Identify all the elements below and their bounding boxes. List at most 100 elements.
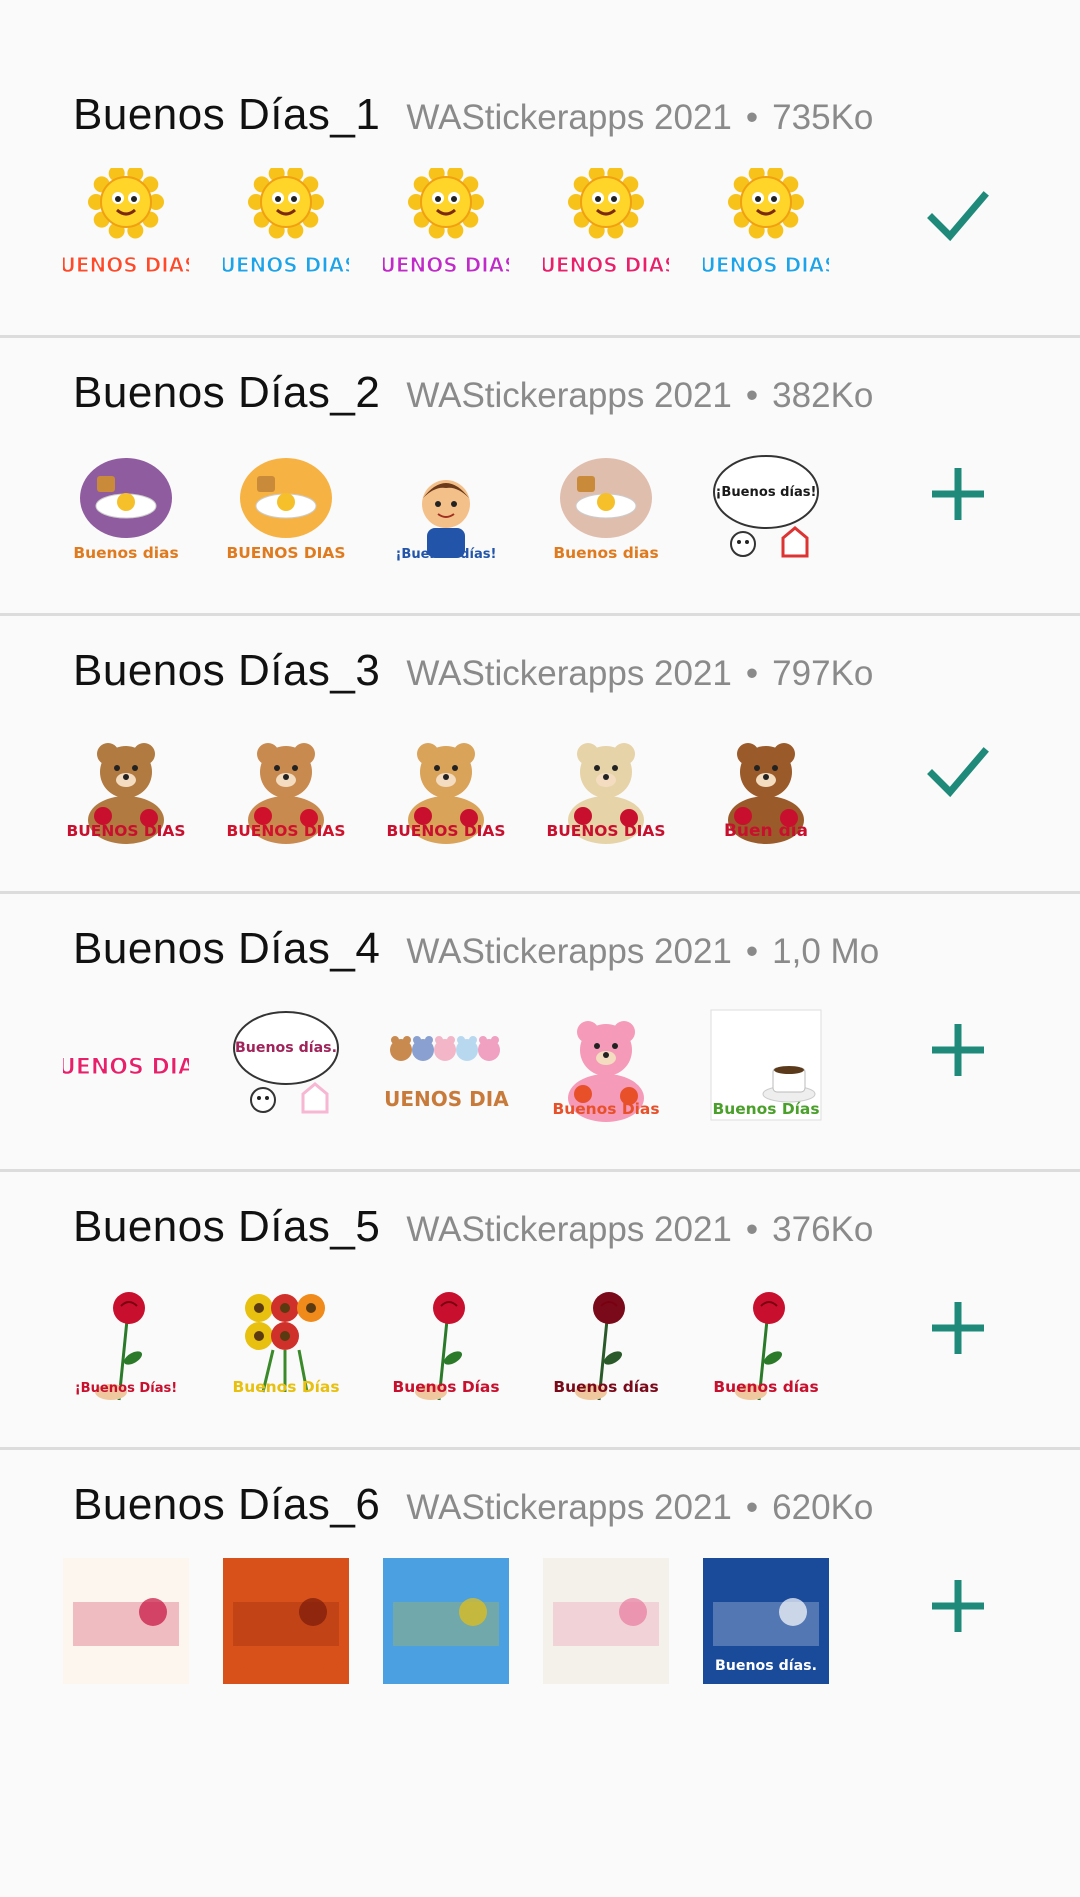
sticker-label: BUENOS DIAS xyxy=(66,1656,185,1674)
check-icon xyxy=(926,740,990,809)
sticker-label: BUENOS DIAS! xyxy=(223,253,349,277)
sticker-thumbnail: BUENOS DIAS xyxy=(383,1558,509,1684)
sticker-thumbnail: BUENOS DIAS xyxy=(63,1558,189,1684)
sticker-thumbnail: BUENOS DIAS! xyxy=(543,168,669,294)
sticker-pack-row[interactable]: Buenos Días_1 WAStickerapps 2021 • 735Ko BUE… xyxy=(0,60,1080,338)
separator-dot: • xyxy=(745,654,759,693)
sticker-label: BUENOS DIAS xyxy=(546,822,665,840)
sticker-label: BUENOS DIAS xyxy=(386,1656,505,1674)
sticker-thumbnail: Buenos dias xyxy=(63,446,189,572)
sticker-preview-tray: Buenos dias BUENOS DIAS ¡Buenos días! Bueno… xyxy=(63,446,829,572)
sticker-thumbnail: ¡Buenos días! xyxy=(703,446,829,572)
pack-header: Buenos Días_3 WAStickerapps 2021 • 797Ko xyxy=(73,646,873,696)
sticker-label: BUENOS DIAS xyxy=(386,822,505,840)
pack-publisher: WAStickerapps 2021 xyxy=(406,1488,732,1527)
pack-publisher: WAStickerapps 2021 xyxy=(406,932,732,971)
pack-header: Buenos Días_6 WAStickerapps 2021 • 620Ko xyxy=(73,1480,873,1530)
pack-publisher: WAStickerapps 2021 xyxy=(406,98,732,137)
sticker-preview-tray: BUENOS DIAS BUENOS DIAS BUENOS DIAS BUENOS … xyxy=(63,724,829,850)
sticker-thumbnail: BUENOS DIAS xyxy=(543,724,669,850)
sticker-label: BUENOS DIAS! xyxy=(63,253,189,277)
separator-dot: • xyxy=(745,1210,759,1249)
pack-name: Buenos Días_1 xyxy=(73,90,381,139)
plus-icon xyxy=(926,1574,990,1643)
pack-added-indicator[interactable] xyxy=(918,178,998,258)
separator-dot: • xyxy=(745,932,759,971)
sticker-pack-row[interactable]: Buenos Días_2 WAStickerapps 2021 • 382Ko Bue… xyxy=(0,338,1080,616)
sticker-label: BUENOS DIAS! xyxy=(703,253,829,277)
sticker-thumbnail: Buenos Días xyxy=(383,1280,509,1406)
sticker-label: Buenos Días xyxy=(392,1378,499,1396)
pack-meta: WAStickerapps 2021 • 735Ko xyxy=(406,98,873,138)
pack-meta: WAStickerapps 2021 • 376Ko xyxy=(406,1210,873,1250)
sticker-thumbnail: BUENOS DIAS! xyxy=(383,168,509,294)
sticker-label: Buenos días xyxy=(553,1656,658,1674)
sticker-thumbnail: Buen dia xyxy=(703,724,829,850)
sticker-label: Buenos días. xyxy=(715,1658,817,1674)
sticker-thumbnail: BUENOS DIAS xyxy=(383,724,509,850)
sticker-preview-tray: ¡Buenos Días! Buenos Días Buenos Días Bueno… xyxy=(63,1280,829,1406)
sticker-label: ¡Buenos días! xyxy=(395,547,496,562)
sticker-thumbnail: BUENOS DIAS xyxy=(223,446,349,572)
pack-name: Buenos Días_5 xyxy=(73,1202,381,1251)
sticker-label: BUENOS DIAS xyxy=(66,822,185,840)
pack-size: 735Ko xyxy=(772,98,874,137)
sticker-thumbnail: BUENOS DIAS xyxy=(223,724,349,850)
pack-header: Buenos Días_5 WAStickerapps 2021 • 376Ko xyxy=(73,1202,873,1252)
pack-name: Buenos Días_4 xyxy=(73,924,381,973)
separator-dot: • xyxy=(745,98,759,137)
pack-name: Buenos Días_3 xyxy=(73,646,381,695)
pack-header: Buenos Días_4 WAStickerapps 2021 • 1,0 Mo xyxy=(73,924,879,974)
sticker-pack-row[interactable]: Buenos Días_6 WAStickerapps 2021 • 620Ko BUE… xyxy=(0,1450,1080,1728)
sticker-thumbnail: Buenos días xyxy=(703,1280,829,1406)
sticker-label: ¡Buenos días! xyxy=(715,485,816,500)
add-pack-button[interactable] xyxy=(918,1290,998,1370)
sticker-label: BUENOS DIAS! xyxy=(383,253,509,277)
pack-meta: WAStickerapps 2021 • 382Ko xyxy=(406,376,873,416)
sticker-preview-tray: BUENOS DIAS Buenos días. BUENOS DIAS Buenos… xyxy=(63,1002,829,1128)
pack-name: Buenos Días_6 xyxy=(73,1480,381,1529)
sticker-pack-row[interactable]: Buenos Días_3 WAStickerapps 2021 • 797Ko BUE… xyxy=(0,616,1080,894)
sticker-thumbnail: Buenos dias xyxy=(543,446,669,572)
sticker-thumbnail: BUENOS DIAS xyxy=(63,1002,189,1128)
check-icon xyxy=(926,184,990,253)
sticker-thumbnail: Buenos Dias xyxy=(543,1002,669,1128)
sticker-pack-row[interactable]: Buenos Días_5 WAStickerapps 2021 • 376Ko ¡Bu… xyxy=(0,1172,1080,1450)
sticker-preview-tray: BUENOS DIAS BUENOS DIAS BUENOS DIAS Buenos … xyxy=(63,1558,829,1684)
sticker-label: Buenos dias xyxy=(73,544,178,562)
sticker-thumbnail: ¡Buenos Días! xyxy=(63,1280,189,1406)
pack-size: 620Ko xyxy=(772,1488,874,1527)
sticker-label: Buenos Días xyxy=(232,1378,339,1396)
sticker-thumbnail: Buenos Días xyxy=(223,1280,349,1406)
sticker-pack-list: Buenos Días_1 WAStickerapps 2021 • 735Ko BUE… xyxy=(0,0,1080,1728)
sticker-thumbnail: Buenos Días xyxy=(703,1002,829,1128)
sticker-label: Buenos Días xyxy=(712,1100,819,1118)
sticker-label: Buenos días. xyxy=(235,1040,337,1056)
sticker-label: Buenos Dias xyxy=(552,1100,659,1118)
sticker-thumbnail: BUENOS DIAS! xyxy=(703,168,829,294)
sticker-label: Buen dia xyxy=(724,821,808,841)
sticker-pack-row[interactable]: Buenos Días_4 WAStickerapps 2021 • 1,0 Mo BU… xyxy=(0,894,1080,1172)
sticker-thumbnail: Buenos días xyxy=(543,1558,669,1684)
pack-publisher: WAStickerapps 2021 xyxy=(406,654,732,693)
sticker-label: BUENOS DIAS xyxy=(383,1087,509,1111)
sticker-label: BUENOS DIAS xyxy=(226,822,345,840)
pack-size: 382Ko xyxy=(772,376,874,415)
add-pack-button[interactable] xyxy=(918,1012,998,1092)
sticker-thumbnail: Buenos días. xyxy=(223,1002,349,1128)
sticker-thumbnail: BUENOS DIAS! xyxy=(223,168,349,294)
pack-added-indicator[interactable] xyxy=(918,734,998,814)
add-pack-button[interactable] xyxy=(918,1568,998,1648)
pack-publisher: WAStickerapps 2021 xyxy=(406,1210,732,1249)
sticker-thumbnail: BUENOS DIAS xyxy=(383,1002,509,1128)
pack-size: 376Ko xyxy=(772,1210,874,1249)
add-pack-button[interactable] xyxy=(918,456,998,536)
sticker-label: BUENOS DIAS xyxy=(226,544,345,562)
pack-size: 797Ko xyxy=(772,654,874,693)
pack-meta: WAStickerapps 2021 • 620Ko xyxy=(406,1488,873,1528)
sticker-thumbnail: ¡Buenos días! xyxy=(383,446,509,572)
sticker-label: BUENOS DIAS xyxy=(63,1055,189,1080)
pack-header: Buenos Días_1 WAStickerapps 2021 • 735Ko xyxy=(73,90,873,140)
sticker-label: ¡Buenos Días! xyxy=(75,1381,178,1396)
pack-publisher: WAStickerapps 2021 xyxy=(406,376,732,415)
